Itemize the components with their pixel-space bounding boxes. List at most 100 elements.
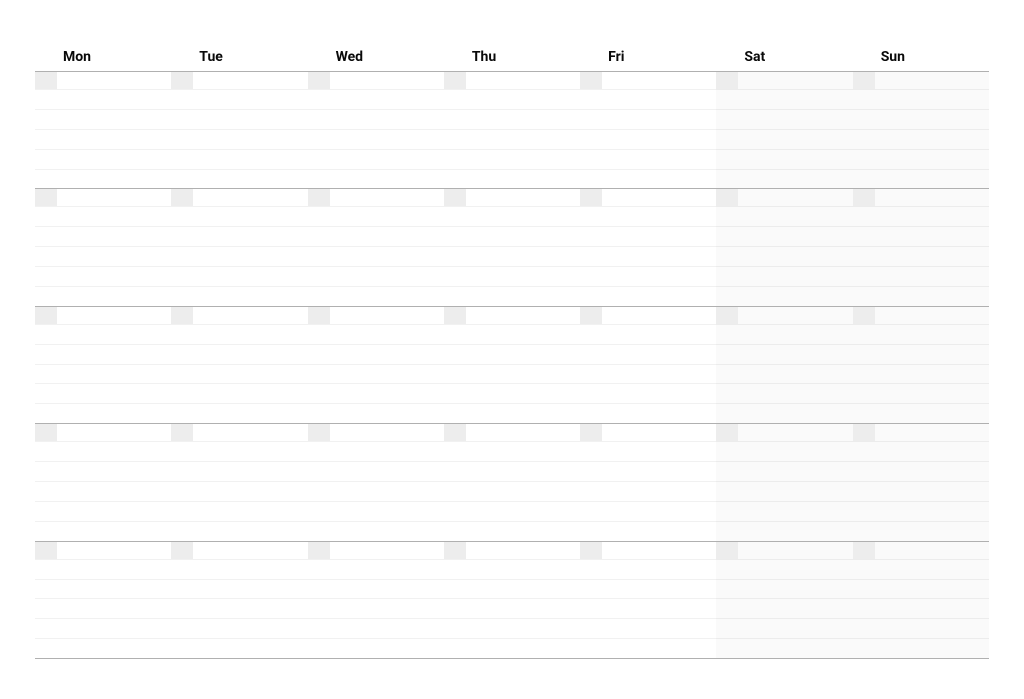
calendar-day-body[interactable] [171, 325, 307, 423]
calendar-event-slot[interactable] [853, 461, 989, 462]
calendar-day-cell[interactable] [308, 307, 444, 423]
calendar-event-slot[interactable] [35, 461, 171, 462]
calendar-event-slot[interactable] [171, 109, 307, 110]
calendar-event-slot[interactable] [171, 521, 307, 522]
calendar-event-slot[interactable] [35, 598, 171, 599]
calendar-day-cell[interactable] [853, 72, 989, 188]
calendar-event-slot[interactable] [171, 286, 307, 287]
calendar-event-slot[interactable] [171, 501, 307, 502]
calendar-day-cell[interactable] [35, 424, 171, 540]
calendar-event-slot[interactable] [444, 521, 580, 522]
calendar-day-body[interactable] [444, 207, 580, 305]
calendar-event-slot[interactable] [171, 266, 307, 267]
calendar-event-slot[interactable] [35, 364, 171, 365]
calendar-event-slot[interactable] [716, 364, 852, 365]
calendar-event-slot[interactable] [444, 169, 580, 170]
calendar-day-cell[interactable] [444, 424, 580, 540]
calendar-event-slot[interactable] [580, 364, 716, 365]
calendar-event-slot[interactable] [171, 598, 307, 599]
calendar-day-body[interactable] [308, 442, 444, 540]
calendar-event-slot[interactable] [308, 521, 444, 522]
calendar-event-slot[interactable] [308, 169, 444, 170]
calendar-event-slot[interactable] [580, 579, 716, 580]
calendar-event-slot[interactable] [580, 226, 716, 227]
calendar-event-slot[interactable] [716, 344, 852, 345]
calendar-event-slot[interactable] [716, 461, 852, 462]
calendar-event-slot[interactable] [853, 598, 989, 599]
calendar-event-slot[interactable] [853, 286, 989, 287]
calendar-event-slot[interactable] [580, 481, 716, 482]
calendar-event-slot[interactable] [716, 521, 852, 522]
calendar-day-cell[interactable] [580, 72, 716, 188]
calendar-event-slot[interactable] [716, 226, 852, 227]
calendar-event-slot[interactable] [580, 598, 716, 599]
calendar-day-cell[interactable] [716, 72, 852, 188]
calendar-event-slot[interactable] [171, 226, 307, 227]
calendar-day-body[interactable] [716, 560, 852, 658]
calendar-event-slot[interactable] [35, 226, 171, 227]
calendar-event-slot[interactable] [308, 364, 444, 365]
calendar-day-body[interactable] [308, 90, 444, 188]
calendar-event-slot[interactable] [35, 149, 171, 150]
calendar-day-cell[interactable] [853, 424, 989, 540]
calendar-event-slot[interactable] [308, 638, 444, 639]
calendar-day-cell[interactable] [580, 189, 716, 305]
calendar-day-cell[interactable] [444, 307, 580, 423]
calendar-event-slot[interactable] [35, 266, 171, 267]
calendar-day-cell[interactable] [853, 542, 989, 658]
calendar-day-cell[interactable] [580, 307, 716, 423]
calendar-event-slot[interactable] [35, 618, 171, 619]
calendar-event-slot[interactable] [716, 129, 852, 130]
calendar-event-slot[interactable] [444, 461, 580, 462]
calendar-event-slot[interactable] [35, 521, 171, 522]
calendar-event-slot[interactable] [35, 169, 171, 170]
calendar-event-slot[interactable] [35, 383, 171, 384]
calendar-event-slot[interactable] [308, 226, 444, 227]
calendar-event-slot[interactable] [171, 461, 307, 462]
calendar-day-body[interactable] [580, 207, 716, 305]
calendar-event-slot[interactable] [716, 149, 852, 150]
calendar-event-slot[interactable] [853, 169, 989, 170]
calendar-day-cell[interactable] [444, 542, 580, 658]
calendar-event-slot[interactable] [853, 344, 989, 345]
calendar-day-body[interactable] [444, 560, 580, 658]
calendar-event-slot[interactable] [444, 638, 580, 639]
calendar-event-slot[interactable] [580, 109, 716, 110]
calendar-day-body[interactable] [444, 90, 580, 188]
calendar-event-slot[interactable] [35, 246, 171, 247]
calendar-event-slot[interactable] [444, 383, 580, 384]
calendar-event-slot[interactable] [580, 246, 716, 247]
calendar-event-slot[interactable] [853, 501, 989, 502]
calendar-event-slot[interactable] [580, 618, 716, 619]
calendar-event-slot[interactable] [444, 266, 580, 267]
calendar-event-slot[interactable] [35, 638, 171, 639]
calendar-day-cell[interactable] [853, 189, 989, 305]
calendar-day-body[interactable] [853, 560, 989, 658]
calendar-day-cell[interactable] [580, 424, 716, 540]
calendar-day-cell[interactable] [716, 189, 852, 305]
calendar-event-slot[interactable] [580, 129, 716, 130]
calendar-event-slot[interactable] [444, 344, 580, 345]
calendar-event-slot[interactable] [171, 169, 307, 170]
calendar-event-slot[interactable] [444, 501, 580, 502]
calendar-event-slot[interactable] [853, 149, 989, 150]
calendar-event-slot[interactable] [171, 383, 307, 384]
calendar-event-slot[interactable] [580, 266, 716, 267]
calendar-event-slot[interactable] [308, 403, 444, 404]
calendar-event-slot[interactable] [444, 364, 580, 365]
calendar-day-body[interactable] [716, 207, 852, 305]
calendar-event-slot[interactable] [444, 618, 580, 619]
calendar-day-cell[interactable] [716, 542, 852, 658]
calendar-day-body[interactable] [580, 90, 716, 188]
calendar-event-slot[interactable] [853, 246, 989, 247]
calendar-event-slot[interactable] [580, 286, 716, 287]
calendar-day-cell[interactable] [35, 189, 171, 305]
calendar-day-cell[interactable] [716, 307, 852, 423]
calendar-event-slot[interactable] [35, 129, 171, 130]
calendar-event-slot[interactable] [853, 618, 989, 619]
calendar-day-body[interactable] [716, 325, 852, 423]
calendar-event-slot[interactable] [580, 383, 716, 384]
calendar-day-cell[interactable] [580, 542, 716, 658]
calendar-day-body[interactable] [171, 90, 307, 188]
calendar-event-slot[interactable] [308, 461, 444, 462]
